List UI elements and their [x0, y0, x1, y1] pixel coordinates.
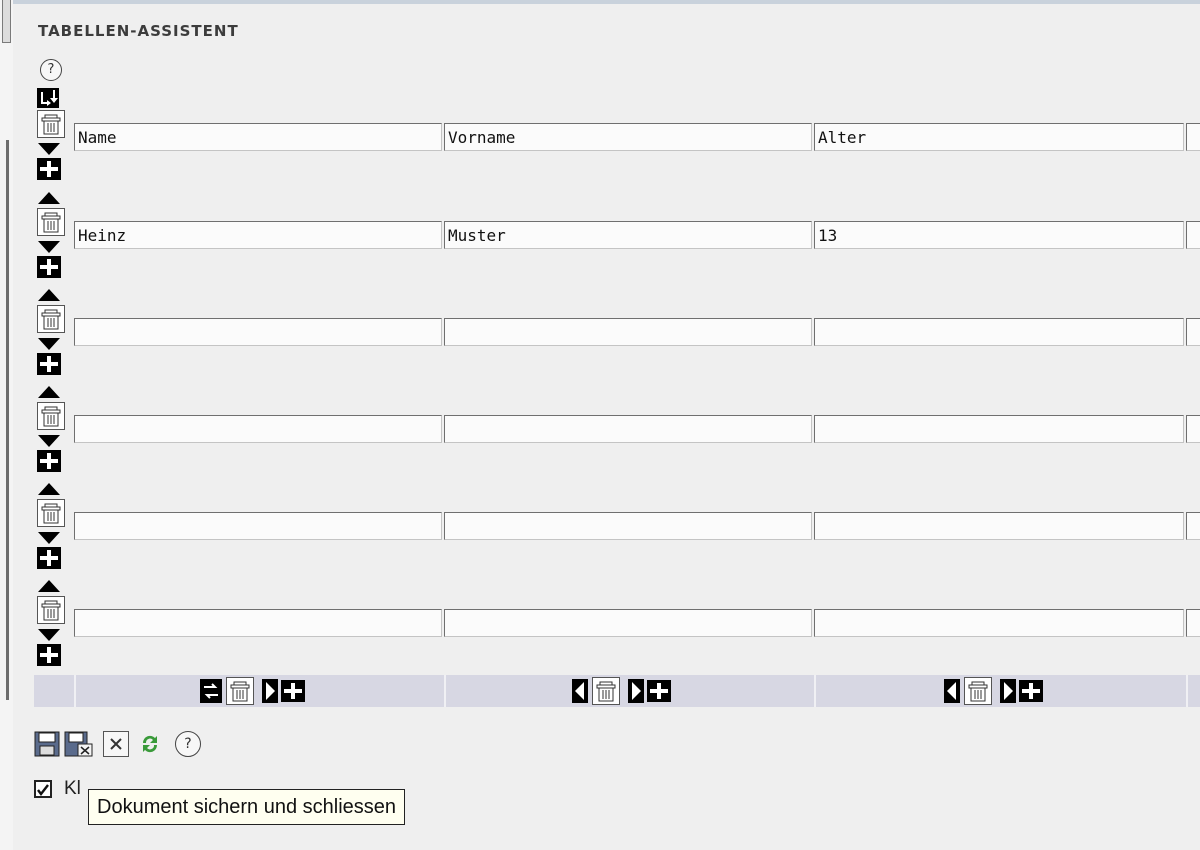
- table-cell[interactable]: [814, 221, 1184, 249]
- move-row-down-icon[interactable]: [36, 530, 62, 546]
- left-scrollbar[interactable]: [0, 0, 13, 850]
- table-cell[interactable]: [74, 609, 442, 637]
- table-cell[interactable]: [74, 318, 442, 346]
- column-controls-4: [1186, 675, 1200, 707]
- save-close-icon[interactable]: [64, 731, 93, 757]
- table-cell[interactable]: [74, 415, 442, 443]
- table-cell[interactable]: [444, 415, 812, 443]
- move-row-up-icon[interactable]: [36, 481, 62, 497]
- move-row-down-icon[interactable]: [36, 627, 62, 643]
- table-cell[interactable]: [74, 123, 442, 151]
- add-column-icon[interactable]: [280, 679, 306, 703]
- move-column-right-icon[interactable]: [1000, 679, 1016, 703]
- move-row-up-icon[interactable]: [36, 190, 62, 206]
- move-column-right-icon[interactable]: [262, 679, 278, 703]
- add-row-icon[interactable]: [36, 352, 62, 376]
- table-cell[interactable]: [814, 123, 1184, 151]
- table-cell[interactable]: [814, 512, 1184, 540]
- page-title: TABELLEN-ASSISTENT: [38, 22, 239, 40]
- delete-column-icon[interactable]: [592, 677, 620, 705]
- move-row-down-icon[interactable]: [36, 141, 62, 157]
- delete-column-icon[interactable]: [964, 677, 992, 705]
- table-cell[interactable]: [1186, 609, 1200, 637]
- delete-row-icon[interactable]: [37, 596, 65, 624]
- add-row-icon[interactable]: [36, 449, 62, 473]
- add-row-icon[interactable]: [36, 157, 62, 181]
- delete-row-icon[interactable]: [37, 499, 65, 527]
- table-cell[interactable]: [444, 512, 812, 540]
- move-column-left-icon[interactable]: [572, 679, 588, 703]
- close-icon[interactable]: [103, 731, 129, 757]
- move-row-up-icon[interactable]: [36, 578, 62, 594]
- move-row-up-icon[interactable]: [36, 384, 62, 400]
- table-cell[interactable]: [1186, 318, 1200, 346]
- add-column-icon[interactable]: [1018, 679, 1044, 703]
- transpose-icon[interactable]: [37, 88, 59, 108]
- move-row-down-icon[interactable]: [36, 433, 62, 449]
- transpose-column-icon[interactable]: [200, 679, 222, 703]
- question-mark-icon[interactable]: ?: [40, 59, 62, 81]
- checkbox-label: Kl: [64, 778, 81, 799]
- table-cell[interactable]: [444, 609, 812, 637]
- move-column-right-icon[interactable]: [628, 679, 644, 703]
- table-cell[interactable]: [74, 221, 442, 249]
- add-row-icon[interactable]: [36, 546, 62, 570]
- delete-row-icon[interactable]: [37, 110, 65, 138]
- table-cell[interactable]: [814, 609, 1184, 637]
- table-cell[interactable]: [814, 415, 1184, 443]
- table-cell[interactable]: [1186, 415, 1200, 443]
- move-row-down-icon[interactable]: [36, 336, 62, 352]
- window-top-edge: [0, 0, 1200, 4]
- scrollbar-rail: [6, 140, 9, 700]
- add-row-icon[interactable]: [36, 643, 62, 667]
- refresh-icon[interactable]: [137, 731, 163, 757]
- move-row-up-icon[interactable]: [36, 287, 62, 303]
- save-icon[interactable]: [34, 731, 60, 757]
- table-cell[interactable]: [1186, 512, 1200, 540]
- delete-row-icon[interactable]: [37, 402, 65, 430]
- add-column-icon[interactable]: [646, 679, 672, 703]
- column-controls-1: [74, 675, 444, 707]
- delete-column-icon[interactable]: [226, 677, 254, 705]
- table-cell[interactable]: [1186, 221, 1200, 249]
- delete-row-icon[interactable]: [37, 208, 65, 236]
- option-checkbox[interactable]: [34, 780, 52, 798]
- table-cell[interactable]: [74, 512, 442, 540]
- tooltip: Dokument sichern und schliessen: [88, 789, 406, 825]
- table-cell[interactable]: [444, 318, 812, 346]
- add-row-icon[interactable]: [36, 255, 62, 279]
- help-icon[interactable]: ?: [175, 731, 201, 757]
- table-cell[interactable]: [444, 221, 812, 249]
- delete-row-icon[interactable]: [37, 305, 65, 333]
- table-cell[interactable]: [444, 123, 812, 151]
- table-cell[interactable]: [814, 318, 1184, 346]
- scrollbar-thumb[interactable]: [2, 0, 11, 43]
- table-cell[interactable]: [1186, 123, 1200, 151]
- move-row-down-icon[interactable]: [36, 239, 62, 255]
- move-column-left-icon[interactable]: [944, 679, 960, 703]
